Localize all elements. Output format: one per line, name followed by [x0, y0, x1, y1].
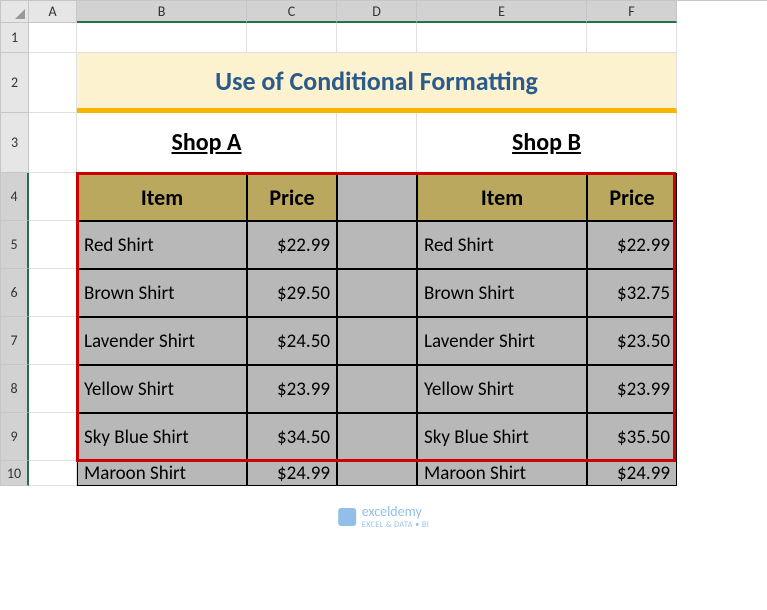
cell-D10[interactable]	[337, 461, 417, 486]
cell-C7[interactable]: $24.50	[247, 317, 337, 365]
row-header-6[interactable]: 6	[1, 269, 29, 317]
col-header-B[interactable]: B	[77, 1, 247, 23]
row-header-8[interactable]: 8	[1, 365, 29, 413]
cell-E6[interactable]: Brown Shirt	[417, 269, 587, 317]
row-header-4[interactable]: 4	[1, 173, 29, 221]
cell-B9[interactable]: Sky Blue Shirt	[77, 413, 247, 461]
cell-D9[interactable]	[337, 413, 417, 461]
cell-B6[interactable]: Brown Shirt	[77, 269, 247, 317]
cell-C10[interactable]: $24.99	[247, 461, 337, 486]
cell-A4[interactable]	[29, 173, 77, 221]
col-header-F[interactable]: F	[587, 1, 677, 23]
row-header-1[interactable]: 1	[1, 23, 29, 53]
cell-E1[interactable]	[417, 23, 587, 53]
header-item-b[interactable]: Item	[417, 173, 587, 221]
cell-B7[interactable]: Lavender Shirt	[77, 317, 247, 365]
header-price-a[interactable]: Price	[247, 173, 337, 221]
cell-E8[interactable]: Yellow Shirt	[417, 365, 587, 413]
row-header-10[interactable]: 10	[1, 461, 29, 486]
cell-C9[interactable]: $34.50	[247, 413, 337, 461]
watermark-text: exceldemy	[362, 503, 422, 520]
watermark-sub: EXCEL & DATA • BI	[362, 520, 430, 530]
cell-F7[interactable]: $23.50	[587, 317, 677, 365]
select-all-corner[interactable]	[1, 1, 29, 23]
cell-A7[interactable]	[29, 317, 77, 365]
cell-C5[interactable]: $22.99	[247, 221, 337, 269]
header-price-b[interactable]: Price	[587, 173, 677, 221]
col-header-D[interactable]: D	[337, 1, 417, 23]
header-item-a[interactable]: Item	[77, 173, 247, 221]
cell-E7[interactable]: Lavender Shirt	[417, 317, 587, 365]
cell-F6[interactable]: $32.75	[587, 269, 677, 317]
cell-D7[interactable]	[337, 317, 417, 365]
cell-A3[interactable]	[29, 113, 77, 173]
watermark: exceldemy EXCEL & DATA • BI	[338, 503, 430, 530]
cell-F8[interactable]: $23.99	[587, 365, 677, 413]
cell-F9[interactable]: $35.50	[587, 413, 677, 461]
cell-B5[interactable]: Red Shirt	[77, 221, 247, 269]
cell-A8[interactable]	[29, 365, 77, 413]
cell-D3[interactable]	[337, 113, 417, 173]
row-header-9[interactable]: 9	[1, 413, 29, 461]
cell-D1[interactable]	[337, 23, 417, 53]
cell-C1[interactable]	[247, 23, 337, 53]
cell-A5[interactable]	[29, 221, 77, 269]
cell-A10[interactable]	[29, 461, 77, 486]
cell-D4[interactable]	[337, 173, 417, 221]
cell-D6[interactable]	[337, 269, 417, 317]
cell-C8[interactable]: $23.99	[247, 365, 337, 413]
cell-A9[interactable]	[29, 413, 77, 461]
col-header-E[interactable]: E	[417, 1, 587, 23]
spreadsheet-grid[interactable]: A B C D E F 1 2 Use of Conditional Forma…	[0, 0, 767, 486]
cell-C6[interactable]: $29.50	[247, 269, 337, 317]
watermark-icon	[338, 508, 356, 526]
cell-B1[interactable]	[77, 23, 247, 53]
col-header-A[interactable]: A	[29, 1, 77, 23]
col-header-C[interactable]: C	[247, 1, 337, 23]
cell-F1[interactable]	[587, 23, 677, 53]
shop-b-header[interactable]: Shop B	[417, 113, 677, 173]
cell-E10[interactable]: Maroon Shirt	[417, 461, 587, 486]
title-cell[interactable]: Use of Conditional Formatting	[77, 53, 677, 113]
cell-A6[interactable]	[29, 269, 77, 317]
shop-a-header[interactable]: Shop A	[77, 113, 337, 173]
cell-E9[interactable]: Sky Blue Shirt	[417, 413, 587, 461]
cell-B10[interactable]: Maroon Shirt	[77, 461, 247, 486]
row-header-5[interactable]: 5	[1, 221, 29, 269]
cell-D8[interactable]	[337, 365, 417, 413]
cell-A2[interactable]	[29, 53, 77, 113]
cell-F10[interactable]: $24.99	[587, 461, 677, 486]
cell-E5[interactable]: Red Shirt	[417, 221, 587, 269]
row-header-3[interactable]: 3	[1, 113, 29, 173]
cell-D5[interactable]	[337, 221, 417, 269]
cell-A1[interactable]	[29, 23, 77, 53]
cell-B8[interactable]: Yellow Shirt	[77, 365, 247, 413]
cell-F5[interactable]: $22.99	[587, 221, 677, 269]
row-header-7[interactable]: 7	[1, 317, 29, 365]
row-header-2[interactable]: 2	[1, 53, 29, 113]
